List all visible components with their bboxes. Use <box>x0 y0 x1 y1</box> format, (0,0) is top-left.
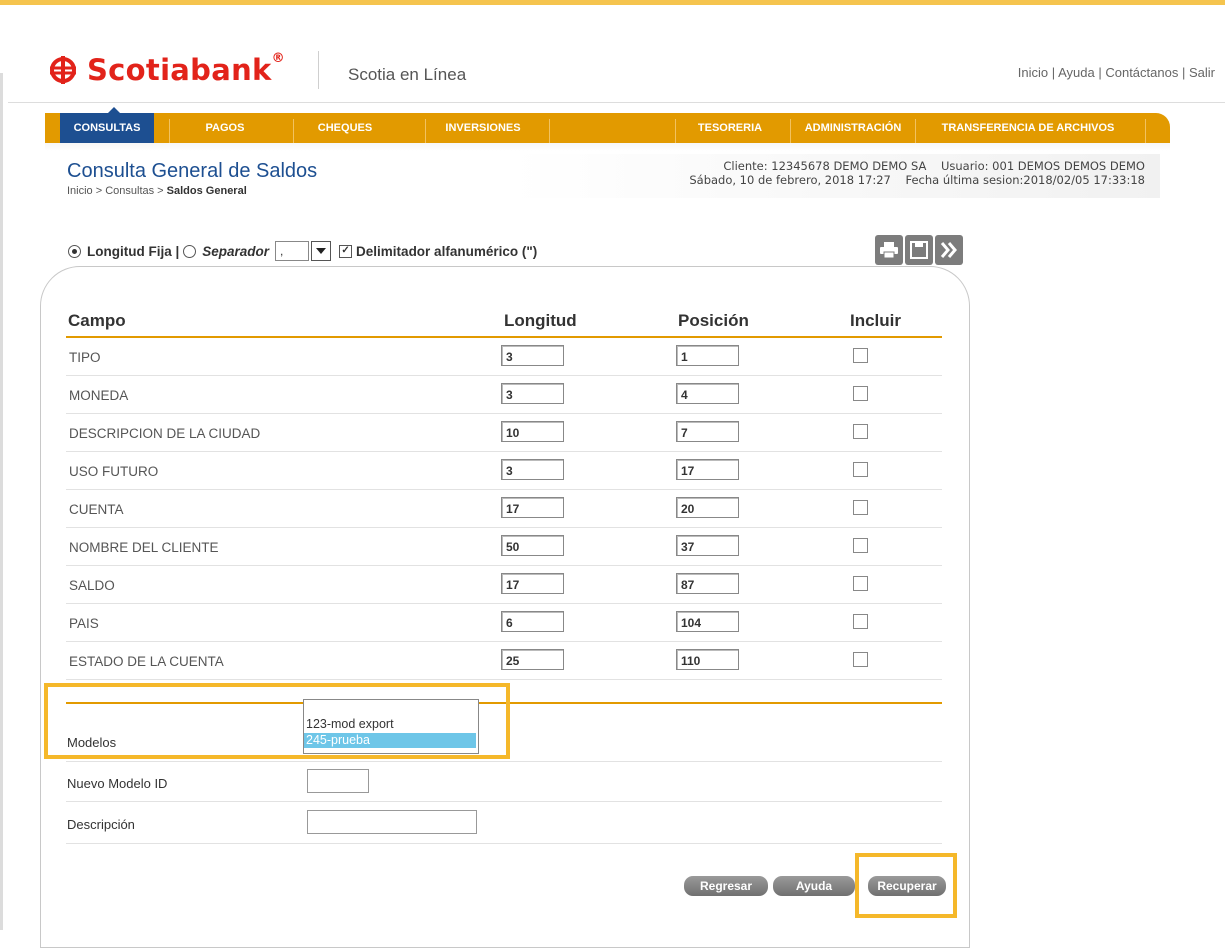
highlight-models <box>44 683 510 759</box>
tab-tesoreria[interactable]: TESORERIA <box>685 113 775 143</box>
position-input[interactable]: 110 <box>676 649 739 670</box>
length-input[interactable]: 10 <box>501 421 564 442</box>
fixed-length-label: Longitud Fija | <box>87 243 180 259</box>
tab-inversiones[interactable]: INVERSIONES <box>427 113 539 143</box>
position-input[interactable]: 104 <box>676 611 739 632</box>
table-row: NOMBRE DEL CLIENTE 50 37 <box>66 528 942 566</box>
client-user-line: Cliente: 12345678 DEMO DEMO SA Usuario: … <box>723 159 1145 173</box>
position-input[interactable]: 17 <box>676 459 739 480</box>
position-input[interactable]: 7 <box>676 421 739 442</box>
position-input[interactable]: 4 <box>676 383 739 404</box>
include-checkbox[interactable] <box>853 538 868 553</box>
save-icon[interactable] <box>905 235 933 265</box>
logo-separator <box>318 51 319 89</box>
field-name: ESTADO DE LA CUENTA <box>69 654 224 669</box>
new-model-row-divider <box>66 764 942 802</box>
separator-label: Separador <box>202 243 270 259</box>
radio-fixed-length[interactable] <box>68 244 81 258</box>
length-input[interactable]: 17 <box>501 573 564 594</box>
left-edge-line <box>0 73 3 930</box>
table-row: ESTADO DE LA CUENTA 25 110 <box>66 642 942 680</box>
table-row: USO FUTURO 3 17 <box>66 452 942 490</box>
breadcrumb: Inicio > Consultas > Saldos General <box>67 185 247 197</box>
field-name: USO FUTURO <box>69 464 159 479</box>
field-name: SALDO <box>69 578 115 593</box>
link-contactanos[interactable]: Contáctanos <box>1105 65 1178 80</box>
table-row: TIPO 3 1 <box>66 338 942 376</box>
include-checkbox[interactable] <box>853 424 868 439</box>
description-row-divider <box>66 806 942 844</box>
top-accent-line <box>0 0 1225 5</box>
export-format-options: Longitud Fija | Separador , ✓ Delimitado… <box>68 241 537 261</box>
length-input[interactable]: 3 <box>501 345 564 366</box>
link-salir[interactable]: Salir <box>1189 65 1215 80</box>
chevron-down-icon[interactable] <box>311 241 332 261</box>
scotiabank-logo[interactable]: Scotiabank® <box>47 51 285 87</box>
include-checkbox[interactable] <box>853 576 868 591</box>
brand-name: Scotiabank® <box>87 51 285 87</box>
app-subtitle: Scotia en Línea <box>348 65 467 84</box>
include-checkbox[interactable] <box>853 614 868 629</box>
position-input[interactable]: 87 <box>676 573 739 594</box>
ayuda-button[interactable]: Ayuda <box>773 876 855 896</box>
page-title: Consulta General de Saldos <box>67 160 318 182</box>
length-input[interactable]: 25 <box>501 649 564 670</box>
field-name: PAIS <box>69 616 99 631</box>
tab-cheques[interactable]: CHEQUES <box>300 113 390 143</box>
date-session-line: Sábado, 10 de febrero, 2018 17:27 Fecha … <box>689 173 1145 187</box>
separator-select[interactable]: , <box>275 241 332 261</box>
include-checkbox[interactable] <box>853 652 868 667</box>
length-input[interactable]: 3 <box>501 383 564 404</box>
session-info: Cliente: 12345678 DEMO DEMO SA Usuario: … <box>689 159 1145 187</box>
top-links: Inicio | Ayuda | Contáctanos | Salir <box>1017 65 1215 80</box>
tab-transferencia-de-archivos[interactable]: TRANSFERENCIA DE ARCHIVOS <box>921 113 1135 143</box>
header-longitud: Longitud <box>504 311 577 330</box>
delimiter-checkbox[interactable]: ✓ <box>339 244 353 258</box>
length-input[interactable]: 17 <box>501 497 564 518</box>
field-name: NOMBRE DEL CLIENTE <box>69 540 219 555</box>
include-checkbox[interactable] <box>853 348 868 363</box>
position-input[interactable]: 1 <box>676 345 739 366</box>
header-incluir: Incluir <box>850 311 902 330</box>
include-checkbox[interactable] <box>853 386 868 401</box>
link-ayuda[interactable]: Ayuda <box>1058 65 1095 80</box>
table-row: SALDO 17 87 <box>66 566 942 604</box>
table-row: DESCRIPCION DE LA CIUDAD 10 7 <box>66 414 942 452</box>
include-checkbox[interactable] <box>853 462 868 477</box>
table-row: PAIS 6 104 <box>66 604 942 642</box>
radio-separator[interactable] <box>183 244 197 258</box>
tab-pagos[interactable]: PAGOS <box>180 113 270 143</box>
field-name: MONEDA <box>69 388 129 403</box>
tab-consultas[interactable]: CONSULTAS <box>60 113 154 143</box>
scotiabank-s-icon <box>50 56 76 84</box>
link-inicio[interactable]: Inicio <box>1018 65 1048 80</box>
length-input[interactable]: 3 <box>501 459 564 480</box>
length-input[interactable]: 50 <box>501 535 564 556</box>
regresar-button[interactable]: Regresar <box>684 876 768 896</box>
table-row: CUENTA 17 20 <box>66 490 942 528</box>
field-name: TIPO <box>69 350 101 365</box>
nav-shadow <box>45 143 1170 151</box>
main-nav: CONSULTAS PAGOS CHEQUES INVERSIONES TESO… <box>45 113 1170 143</box>
delimiter-label: Delimitador alfanumérico (") <box>356 243 538 259</box>
toolbar <box>875 235 965 265</box>
include-checkbox[interactable] <box>853 500 868 515</box>
position-input[interactable]: 20 <box>676 497 739 518</box>
field-name: DESCRIPCION DE LA CIUDAD <box>69 426 261 441</box>
header-divider <box>8 102 1225 103</box>
field-name: CUENTA <box>69 502 124 517</box>
tab-administracion[interactable]: ADMINISTRACIÓN <box>793 113 913 143</box>
header-posicion: Posición <box>678 311 749 330</box>
highlight-recuperar <box>855 853 957 918</box>
next-icon[interactable] <box>935 235 963 265</box>
table-row: MONEDA 3 4 <box>66 376 942 414</box>
position-input[interactable]: 37 <box>676 535 739 556</box>
length-input[interactable]: 6 <box>501 611 564 632</box>
header-campo: Campo <box>68 311 126 330</box>
separator-value: , <box>275 241 310 261</box>
print-icon[interactable] <box>875 235 903 265</box>
